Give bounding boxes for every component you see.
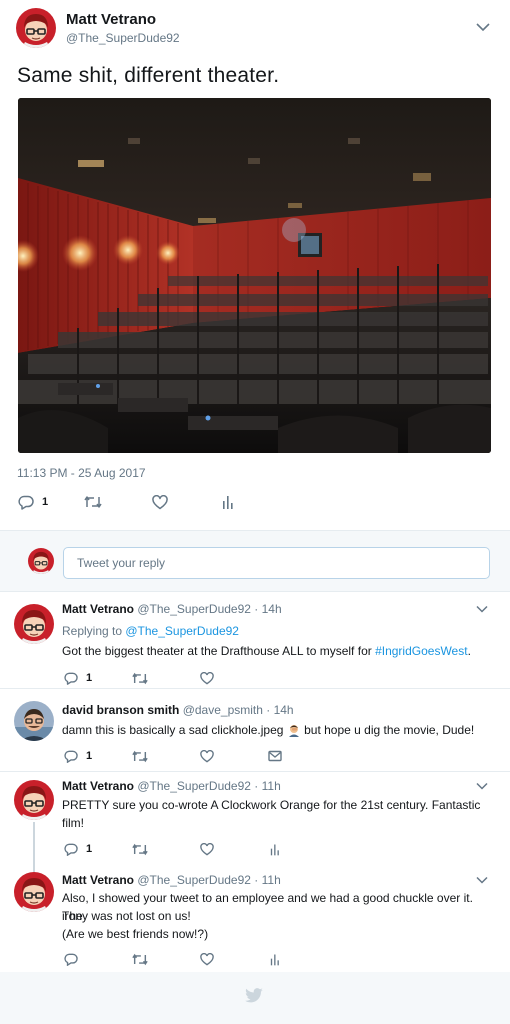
author-name[interactable]: Matt Vetrano (62, 602, 134, 616)
tweet-actions: 1 (64, 841, 294, 857)
chevron-down-icon[interactable] (476, 22, 490, 32)
chevron-down-icon[interactable] (476, 876, 488, 884)
avatar (28, 548, 54, 574)
tweet-text-continued: film! (62, 816, 84, 830)
twitter-bird-icon[interactable] (244, 988, 264, 1004)
hashtag-link[interactable]: #IngridGoesWest (375, 644, 468, 658)
reply-header: Matt Vetrano @The_SuperDude92 · 11h (62, 873, 281, 887)
tweet-text: Same shit, different theater. (17, 64, 280, 87)
person-facepalming-emoji (287, 723, 301, 742)
tweet-actions (64, 951, 294, 967)
reply-icon (64, 953, 78, 966)
reply-count: 1 (86, 843, 93, 855)
main-tweet: Matt Vetrano @The_SuperDude92 Same shit,… (0, 0, 510, 530)
retweet-icon (84, 496, 102, 508)
reply-composer: Tweet your reply (0, 531, 510, 591)
reply-count: 1 (86, 750, 93, 762)
mention-link[interactable]: @The_SuperDude92 (125, 624, 239, 638)
tweet-text: damn this is basically a sad clickhole.j… (62, 721, 492, 742)
avatar[interactable] (14, 604, 54, 644)
like-button[interactable] (200, 748, 214, 764)
footer (0, 972, 510, 1024)
author-handle[interactable]: @dave_psmith · 14h (183, 703, 294, 717)
like-button[interactable] (200, 841, 214, 857)
tweet-text-continued: (Are we best friends now!?) (62, 927, 209, 941)
tweet-timestamp[interactable]: 11:13 PM - 25 Aug 2017 (17, 466, 146, 480)
author-handle[interactable]: @The_SuperDude92 · 11h (137, 779, 280, 793)
heart-icon (200, 749, 214, 763)
reply-icon (18, 495, 34, 510)
retweet-button[interactable] (132, 841, 148, 857)
analytics-button[interactable] (270, 951, 280, 967)
author-handle[interactable]: @The_SuperDude92 · 14h (137, 602, 281, 616)
analytics-icon (270, 954, 279, 965)
retweet-icon (132, 750, 148, 762)
retweet-button[interactable] (132, 951, 148, 967)
chevron-down-icon[interactable] (476, 782, 488, 790)
tweet-actions: 1 (18, 492, 318, 512)
chevron-down-icon[interactable] (476, 605, 488, 613)
tweet-text: Got the biggest theater at the Drafthous… (62, 644, 471, 658)
author-handle[interactable]: @The_SuperDude92 · 11h (137, 873, 280, 887)
author-name[interactable]: Matt Vetrano (66, 11, 156, 28)
movie-theater-photo[interactable] (18, 98, 491, 453)
reply-tweet: david branson smith @dave_psmith · 14h d… (0, 689, 510, 771)
retweet-button[interactable] (84, 492, 102, 512)
tweet-actions: 1 (64, 670, 294, 686)
avatar[interactable] (14, 701, 54, 741)
author-name[interactable]: Matt Vetrano (62, 873, 134, 887)
heart-icon (200, 842, 214, 856)
tweet-actions: 1 (64, 748, 294, 764)
reply-tweet: Matt Vetrano @The_SuperDude92 · 14h Repl… (0, 592, 510, 688)
reply-input[interactable]: Tweet your reply (63, 547, 490, 579)
author-name[interactable]: Matt Vetrano (62, 779, 134, 793)
reply-header: Matt Vetrano @The_SuperDude92 · 14h (62, 602, 282, 616)
reply-icon (64, 672, 78, 685)
replying-to: Replying to @The_SuperDude92 (62, 624, 239, 638)
retweet-icon (132, 843, 148, 855)
like-button[interactable] (200, 670, 214, 686)
avatar[interactable] (14, 780, 54, 820)
envelope-icon (268, 750, 282, 762)
tweet-text: PRETTY sure you co-wrote A Clockwork Ora… (62, 798, 481, 812)
retweet-icon (132, 953, 148, 965)
direct-message-button[interactable] (268, 748, 282, 764)
reply-icon (64, 750, 78, 763)
avatar[interactable] (14, 872, 54, 912)
retweet-button[interactable] (132, 670, 148, 686)
like-button[interactable] (200, 951, 214, 967)
reply-button[interactable]: 1 (18, 492, 48, 512)
analytics-icon (223, 496, 233, 509)
reply-header: david branson smith @dave_psmith · 14h (62, 703, 294, 717)
reply-count: 1 (86, 672, 93, 684)
analytics-button[interactable] (270, 841, 280, 857)
reply-tweet: Matt Vetrano @The_SuperDude92 · 11h Also… (0, 862, 510, 972)
reply-header: Matt Vetrano @The_SuperDude92 · 11h (62, 779, 281, 793)
author-handle[interactable]: @The_SuperDude92 (66, 31, 180, 45)
heart-icon (200, 671, 214, 685)
reply-button[interactable]: 1 (64, 670, 92, 686)
reply-icon (64, 843, 78, 856)
heart-icon (152, 494, 168, 509)
reply-button[interactable]: 1 (64, 748, 92, 764)
reply-tweet: Matt Vetrano @The_SuperDude92 · 11h PRET… (0, 772, 510, 862)
reply-button[interactable] (64, 951, 78, 967)
author-name[interactable]: david branson smith (62, 703, 179, 717)
analytics-icon (270, 844, 279, 855)
reply-button[interactable]: 1 (64, 841, 92, 857)
avatar[interactable] (16, 8, 56, 48)
retweet-button[interactable] (132, 748, 148, 764)
like-button[interactable] (152, 492, 168, 512)
reply-count: 1 (42, 496, 49, 508)
heart-icon (200, 952, 214, 966)
retweet-icon (132, 672, 148, 684)
tweet-text-continued: irony was not lost on us! (62, 909, 191, 923)
analytics-button[interactable] (222, 492, 234, 512)
